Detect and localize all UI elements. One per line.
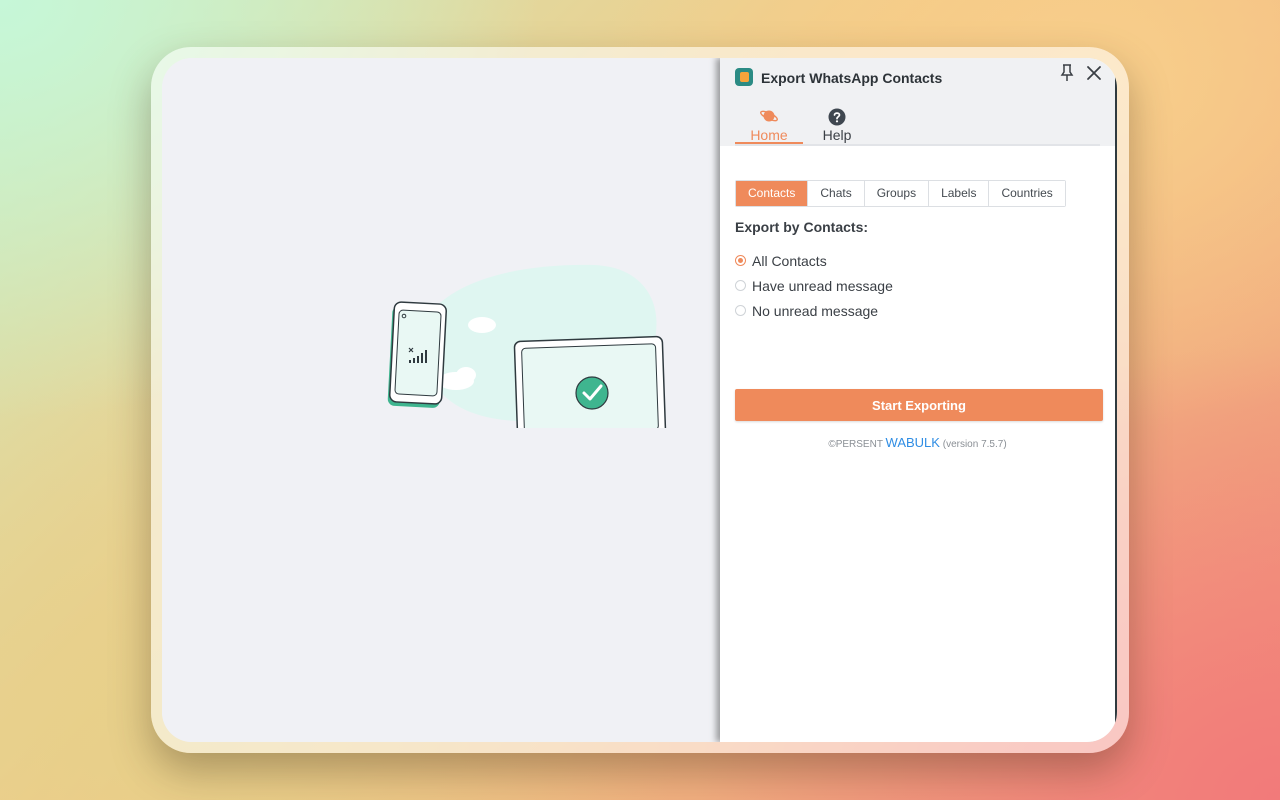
- phone-laptop-connected-illustration: [387, 264, 667, 428]
- header-divider: [735, 144, 1100, 146]
- export-type-tabs: Contacts Chats Groups Labels Countries: [735, 180, 1066, 207]
- cloud-shape: [468, 317, 496, 333]
- option-label: Have unread message: [752, 277, 893, 294]
- nav-help[interactable]: Help: [803, 106, 871, 144]
- tab-chats[interactable]: Chats: [807, 181, 864, 206]
- device-screen: Export WhatsApp Contacts Home Help Conta…: [162, 58, 1117, 742]
- question-circle-icon: [828, 108, 846, 126]
- radio-button[interactable]: [735, 280, 746, 291]
- copyright-text: ©PERSENT: [828, 439, 883, 450]
- radio-button[interactable]: [735, 305, 746, 316]
- panel-right-border: [1115, 58, 1117, 742]
- tab-contacts[interactable]: Contacts: [736, 181, 808, 206]
- check-circle-icon: [575, 376, 609, 410]
- tab-groups[interactable]: Groups: [863, 181, 929, 206]
- cloud-shape: [456, 367, 476, 383]
- app-logo-icon: [735, 68, 753, 86]
- nav-home[interactable]: Home: [735, 106, 803, 144]
- extension-panel: Export WhatsApp Contacts Home Help Conta…: [720, 58, 1117, 742]
- start-exporting-button[interactable]: Start Exporting: [735, 389, 1103, 421]
- device-frame: Export WhatsApp Contacts Home Help Conta…: [151, 47, 1129, 753]
- panel-footer: ©PERSENT WABULK (version 7.5.7): [720, 435, 1115, 450]
- brand-link[interactable]: WABULK: [886, 435, 940, 450]
- option-label: No unread message: [752, 302, 879, 319]
- export-section-title: Export by Contacts:: [735, 219, 869, 235]
- option-all-contacts[interactable]: All Contacts: [735, 248, 893, 273]
- panel-nav: Home Help: [735, 106, 871, 144]
- option-label: All Contacts: [752, 252, 827, 269]
- export-options: All Contacts Have unread message No unre…: [735, 248, 893, 323]
- option-have-unread[interactable]: Have unread message: [735, 273, 893, 298]
- option-no-unread[interactable]: No unread message: [735, 298, 893, 323]
- version-text: (version 7.5.7): [942, 439, 1007, 450]
- whatsapp-web-area: [162, 58, 720, 742]
- nav-help-label: Help: [822, 127, 852, 143]
- tab-countries[interactable]: Countries: [988, 181, 1065, 206]
- radio-button[interactable]: [735, 255, 746, 266]
- nav-home-label: Home: [750, 127, 788, 143]
- close-icon[interactable]: [1086, 65, 1102, 81]
- pin-icon[interactable]: [1059, 64, 1075, 82]
- panel-header: Export WhatsApp Contacts Home Help: [720, 58, 1115, 146]
- tab-labels[interactable]: Labels: [928, 181, 989, 206]
- phone-screen: [394, 309, 442, 397]
- planet-icon: [760, 110, 778, 122]
- panel-title: Export WhatsApp Contacts: [761, 70, 943, 86]
